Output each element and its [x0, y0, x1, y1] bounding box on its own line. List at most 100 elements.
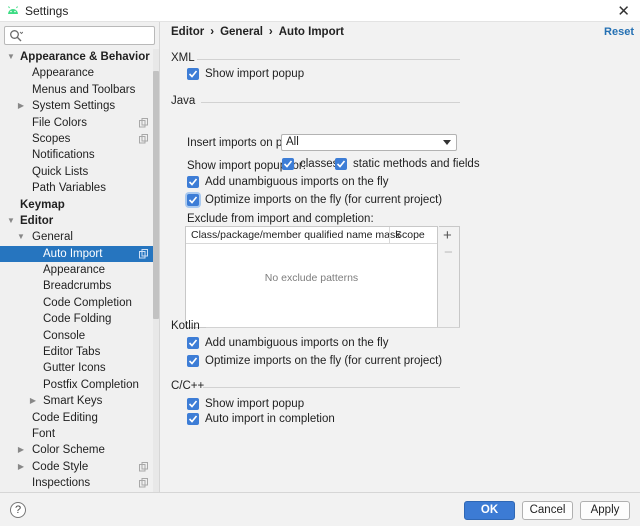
sidebar-item[interactable]: Breadcrumbs	[0, 278, 153, 294]
sidebar-item-label: Code Style	[32, 460, 89, 473]
apply-button[interactable]: Apply	[580, 501, 630, 520]
ok-button[interactable]: OK	[464, 501, 515, 520]
sidebar-item-label: Postfix Completion	[43, 378, 139, 391]
expand-down-icon[interactable]: ▼	[16, 229, 26, 245]
sidebar-item-label: Editor Tabs	[43, 346, 101, 359]
checkbox-label: Add unambiguous imports on the fly	[205, 176, 389, 188]
sidebar-item[interactable]: ▼ General	[0, 229, 153, 245]
settings-sidebar: ▼ Appearance & Behavior Appearance Menus an…	[0, 22, 160, 492]
section-title-cpp: C/C++	[171, 380, 205, 392]
expand-down-icon[interactable]: ▼	[6, 49, 16, 65]
add-icon[interactable]: +	[443, 228, 452, 243]
expand-right-icon[interactable]: ▶	[16, 98, 26, 114]
section-title-java: Java	[171, 95, 196, 107]
sidebar-item[interactable]: Menus and Toolbars	[0, 82, 153, 98]
expand-down-icon[interactable]: ▼	[6, 213, 16, 229]
expand-right-icon[interactable]: ▶	[28, 393, 38, 409]
expand-right-icon[interactable]: ▶	[16, 442, 26, 458]
settings-tree: ▼ Appearance & Behavior Appearance Menus an…	[0, 49, 153, 492]
sidebar-item-label: Smart Keys	[43, 395, 103, 408]
sidebar-item-label: Breadcrumbs	[43, 280, 112, 293]
java-classes-checkbox[interactable]: classes	[282, 158, 338, 170]
scrollbar-thumb[interactable]	[153, 71, 159, 319]
checkbox-label: Show import popup	[205, 398, 305, 410]
sidebar-item[interactable]: File Colors	[0, 115, 153, 131]
section-title-xml: XML	[171, 52, 195, 64]
insert-imports-select[interactable]: All	[281, 134, 457, 151]
sidebar-item[interactable]: Quick Lists	[0, 164, 153, 180]
breadcrumb-general: General	[220, 26, 263, 38]
sidebar-item[interactable]: Inspections	[0, 475, 153, 491]
sidebar-item[interactable]: ▼ Editor	[0, 213, 153, 229]
sidebar-item[interactable]: Postfix Completion	[0, 377, 153, 393]
sidebar-item[interactable]: Code Folding	[0, 311, 153, 327]
section-divider	[197, 59, 460, 60]
window-title: Settings	[25, 4, 69, 18]
copy-settings-icon	[139, 248, 148, 259]
sidebar-item[interactable]: ▶ Code Style	[0, 459, 153, 475]
sidebar-item-label: Quick Lists	[32, 165, 89, 178]
section-title-kotlin: Kotlin	[171, 320, 200, 332]
chevron-down-icon	[443, 140, 451, 145]
checkbox-checked-icon[interactable]	[187, 194, 199, 206]
sidebar-item[interactable]: Code Editing	[0, 410, 153, 426]
sidebar-item-label: Font	[32, 427, 56, 440]
java-add-unambiguous-checkbox[interactable]: Add unambiguous imports on the fly	[187, 176, 388, 188]
checkbox-checked-icon[interactable]	[187, 355, 199, 367]
sidebar-item[interactable]: Editor Tabs	[0, 344, 153, 360]
copy-settings-icon	[139, 478, 148, 488]
checkbox-checked-icon[interactable]	[187, 68, 199, 80]
checkbox-checked-icon[interactable]	[187, 413, 199, 425]
sidebar-item[interactable]: Path Variables	[0, 180, 153, 196]
reset-link[interactable]: Reset	[604, 26, 634, 38]
kotlin-add-unambiguous-checkbox[interactable]: Add unambiguous imports on the fly	[187, 337, 388, 349]
sidebar-item-label: Gutter Icons	[43, 362, 106, 375]
insert-imports-value: All	[286, 136, 299, 148]
sidebar-item[interactable]: Keymap	[0, 197, 153, 213]
checkbox-label: static methods and fields	[353, 158, 480, 170]
sidebar-scrollbar[interactable]	[153, 49, 159, 492]
column-header-mask[interactable]: Class/package/member qualified name mask	[191, 229, 401, 241]
sidebar-item[interactable]: Console	[0, 328, 153, 344]
expand-right-icon[interactable]: ▶	[16, 459, 26, 475]
sidebar-item[interactable]: Appearance	[0, 262, 153, 278]
cpp-auto-import-checkbox[interactable]: Auto import in completion	[187, 413, 335, 425]
checkbox-checked-icon[interactable]	[187, 398, 199, 410]
close-icon[interactable]: ✕	[617, 2, 630, 20]
sidebar-item[interactable]: Font	[0, 426, 153, 442]
section-divider	[201, 102, 460, 103]
checkbox-checked-icon[interactable]	[282, 158, 294, 170]
sidebar-item-label: General	[32, 231, 73, 244]
sidebar-item[interactable]: Auto Import	[0, 245, 153, 263]
table-toolbar: + −	[439, 226, 460, 328]
remove-icon[interactable]: −	[444, 245, 453, 260]
sidebar-item[interactable]: Code Completion	[0, 295, 153, 311]
kotlin-optimize-imports-checkbox[interactable]: Optimize imports on the fly (for current…	[187, 355, 442, 367]
help-icon[interactable]: ?	[10, 502, 26, 518]
breadcrumb: Editor › General › Auto Import	[171, 26, 344, 38]
sidebar-item[interactable]: Gutter Icons	[0, 360, 153, 376]
checkbox-checked-icon[interactable]	[335, 158, 347, 170]
sidebar-item-label: Code Folding	[43, 313, 112, 326]
sidebar-item[interactable]: Appearance	[0, 65, 153, 81]
checkbox-checked-icon[interactable]	[187, 337, 199, 349]
sidebar-item[interactable]: Scopes	[0, 131, 153, 147]
sidebar-item[interactable]: ▶ Color Scheme	[0, 442, 153, 458]
title-bar: Settings ✕	[0, 0, 640, 22]
exclude-patterns-table[interactable]: Class/package/member qualified name mask…	[185, 226, 438, 328]
search-input[interactable]	[25, 28, 151, 43]
sidebar-item[interactable]: Notifications	[0, 147, 153, 163]
sidebar-item-label: Editor	[20, 214, 54, 227]
cancel-button[interactable]: Cancel	[522, 501, 573, 520]
xml-show-import-popup-checkbox[interactable]: Show import popup	[187, 68, 304, 80]
column-header-scope[interactable]: Scope	[395, 229, 425, 241]
sidebar-item[interactable]: ▶ Smart Keys	[0, 393, 153, 409]
cpp-show-import-popup-checkbox[interactable]: Show import popup	[187, 398, 304, 410]
sidebar-item-label: Auto Import	[43, 247, 103, 260]
sidebar-item[interactable]: ▼ Appearance & Behavior	[0, 49, 153, 65]
java-optimize-imports-checkbox[interactable]: Optimize imports on the fly (for current…	[187, 194, 442, 206]
sidebar-item[interactable]: ▶ System Settings	[0, 98, 153, 114]
checkbox-checked-icon[interactable]	[187, 176, 199, 188]
search-box[interactable]	[4, 26, 155, 45]
java-static-methods-checkbox[interactable]: static methods and fields	[335, 158, 480, 170]
